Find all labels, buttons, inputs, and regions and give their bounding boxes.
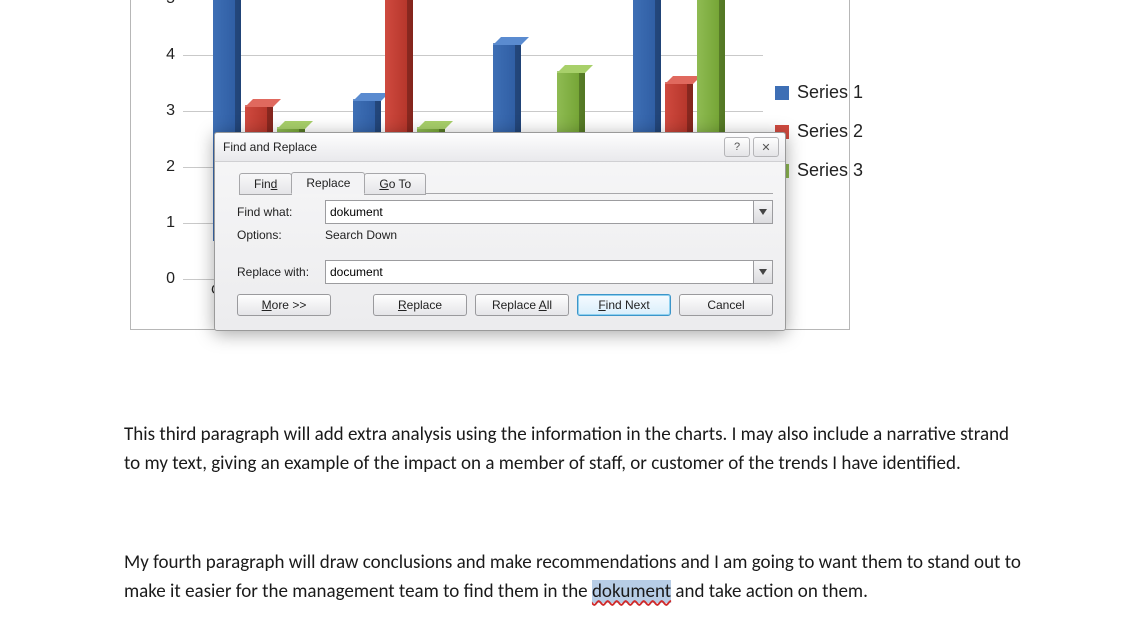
dialog-title: Find and Replace (223, 140, 721, 154)
find-what-input[interactable] (325, 200, 753, 224)
chevron-down-icon (759, 209, 767, 215)
paragraph-3[interactable]: This third paragraph will add extra anal… (124, 420, 1024, 479)
help-button[interactable]: ? (724, 137, 750, 157)
find-what-dropdown[interactable] (753, 200, 773, 224)
ytick-3: 3 (153, 102, 175, 120)
legend-label-2: Series 2 (797, 121, 863, 142)
help-icon: ? (734, 141, 740, 153)
highlighted-match: dokument (592, 580, 671, 603)
legend-swatch-1 (775, 86, 789, 100)
dialog-titlebar[interactable]: Find and Replace ? ✕ (215, 133, 785, 162)
ytick-4: 4 (153, 46, 175, 64)
tab-find[interactable]: Find (239, 173, 292, 195)
ytick-0: 0 (153, 270, 175, 288)
chevron-down-icon (759, 269, 767, 275)
ytick-5: 5 (153, 0, 175, 8)
legend-label-1: Series 1 (797, 82, 863, 103)
replace-with-dropdown[interactable] (753, 260, 773, 284)
close-button[interactable]: ✕ (753, 137, 779, 157)
paragraph-4[interactable]: My fourth paragraph will draw conclusion… (124, 548, 1024, 607)
tab-replace[interactable]: Replace (291, 172, 365, 194)
find-next-button[interactable]: Find Next (577, 294, 671, 316)
legend-item-1: Series 1 (775, 82, 863, 103)
more-button[interactable]: More >> (237, 294, 331, 316)
legend-item-3: Series 3 (775, 160, 863, 181)
replace-all-button[interactable]: Replace All (475, 294, 569, 316)
find-replace-dialog: Find and Replace ? ✕ Find Replace Go To … (214, 132, 786, 331)
options-label: Options: (227, 228, 325, 242)
ytick-2: 2 (153, 158, 175, 176)
replace-with-input[interactable] (325, 260, 753, 284)
legend-item-2: Series 2 (775, 121, 863, 142)
replace-with-label: Replace with: (227, 265, 325, 279)
replace-button[interactable]: Replace (373, 294, 467, 316)
legend-label-3: Series 3 (797, 160, 863, 181)
ytick-1: 1 (153, 214, 175, 232)
cancel-button[interactable]: Cancel (679, 294, 773, 316)
chart-legend: Series 1 Series 2 Series 3 (775, 82, 863, 199)
find-what-label: Find what: (227, 205, 325, 219)
close-icon: ✕ (761, 141, 770, 154)
options-value: Search Down (325, 228, 397, 242)
tab-goto[interactable]: Go To (364, 173, 426, 195)
tabstrip: Find Replace Go To (239, 172, 773, 194)
